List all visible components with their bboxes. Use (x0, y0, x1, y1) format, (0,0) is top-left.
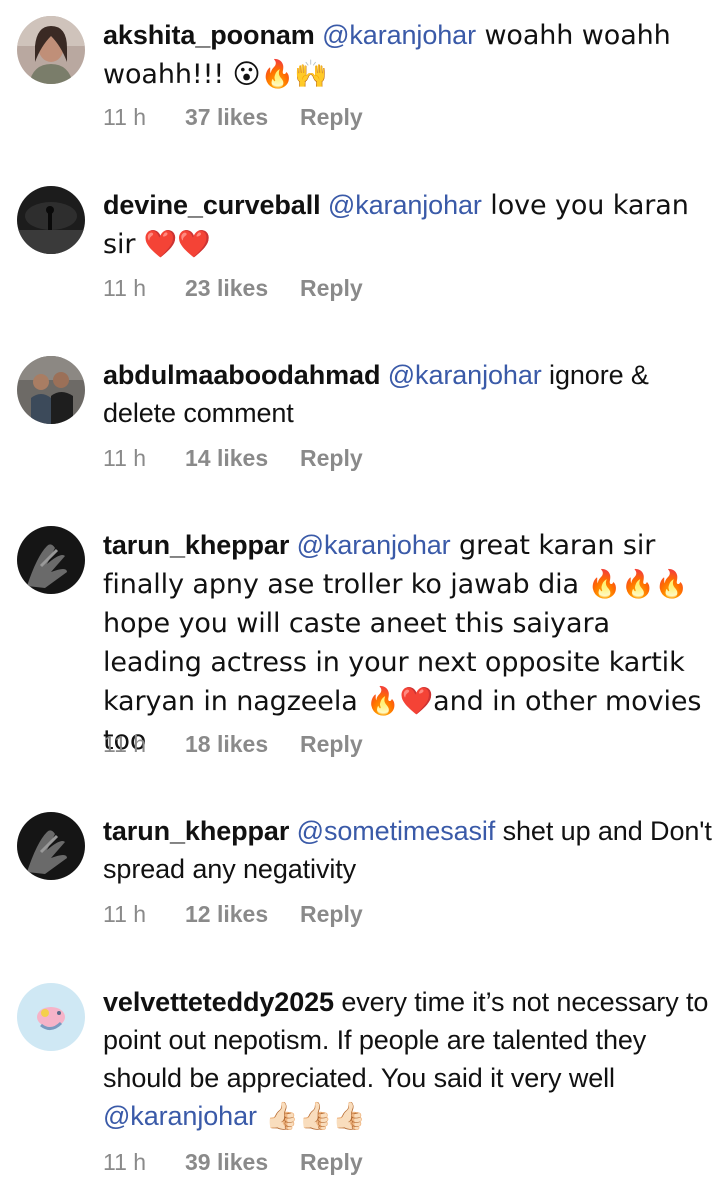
comment-text: abdulmaaboodahmad @karanjohar ignore & d… (103, 356, 712, 432)
comment-body: great karan sir finally apny ase troller… (103, 530, 702, 756)
likes-count[interactable]: 14 likes (185, 445, 300, 472)
comment-text: devine_curveball @karanjohar love you ka… (103, 186, 712, 264)
username-link[interactable]: abdulmaaboodahmad (103, 360, 380, 390)
comment-text: akshita_poonam @karanjohar woahh woahh w… (103, 16, 712, 94)
avatar[interactable] (17, 16, 85, 84)
comment-time: 11 h (103, 901, 147, 927)
likes-count[interactable]: 37 likes (185, 104, 300, 131)
username-link[interactable]: tarun_kheppar (103, 530, 289, 560)
reply-button[interactable]: Reply (300, 445, 363, 472)
avatar[interactable] (17, 186, 85, 254)
mention-link[interactable]: @karanjohar (297, 530, 451, 560)
avatar[interactable] (17, 983, 85, 1051)
reply-button[interactable]: Reply (300, 901, 363, 928)
mention-link[interactable]: @karanjohar (322, 20, 476, 50)
username-link[interactable]: akshita_poonam (103, 20, 315, 50)
likes-count[interactable]: 18 likes (185, 731, 300, 758)
comment-meta: 11 h 18 likes Reply (103, 731, 363, 758)
comment-body-end: 👍🏻👍🏻👍🏻 (256, 1101, 366, 1132)
avatar[interactable] (17, 526, 85, 594)
mention-link[interactable]: @karanjohar (388, 360, 542, 390)
username-link[interactable]: velvetteteddy2025 (103, 987, 334, 1017)
comment-meta: 11 h 39 likes Reply (103, 1149, 363, 1176)
username-link[interactable]: tarun_kheppar (103, 816, 289, 846)
avatar[interactable] (17, 356, 85, 424)
mention-link[interactable]: @sometimesasif (297, 816, 496, 846)
comment-text: velvetteteddy2025 every time it’s not ne… (103, 983, 712, 1136)
comment-meta: 11 h 12 likes Reply (103, 901, 363, 928)
likes-count[interactable]: 12 likes (185, 901, 300, 928)
avatar[interactable] (17, 812, 85, 880)
comment-time: 11 h (103, 104, 147, 130)
comment-meta: 11 h 23 likes Reply (103, 275, 363, 302)
comment-time: 11 h (103, 445, 147, 471)
username-link[interactable]: devine_curveball (103, 190, 321, 220)
mention-link[interactable]: @karanjohar (328, 190, 482, 220)
mention-link[interactable]: @karanjohar (103, 1101, 257, 1131)
comment-meta: 11 h 14 likes Reply (103, 445, 363, 472)
comment-time: 11 h (103, 731, 147, 757)
comment-meta: 11 h 37 likes Reply (103, 104, 363, 131)
comment-time: 11 h (103, 275, 147, 301)
comment-time: 11 h (103, 1149, 147, 1175)
likes-count[interactable]: 23 likes (185, 275, 300, 302)
reply-button[interactable]: Reply (300, 731, 363, 758)
reply-button[interactable]: Reply (300, 275, 363, 302)
likes-count[interactable]: 39 likes (185, 1149, 300, 1176)
reply-button[interactable]: Reply (300, 1149, 363, 1176)
comment-text: tarun_kheppar @karanjohar great karan si… (103, 526, 712, 760)
comment-text: tarun_kheppar @sometimesasif shet up and… (103, 812, 712, 888)
reply-button[interactable]: Reply (300, 104, 363, 131)
